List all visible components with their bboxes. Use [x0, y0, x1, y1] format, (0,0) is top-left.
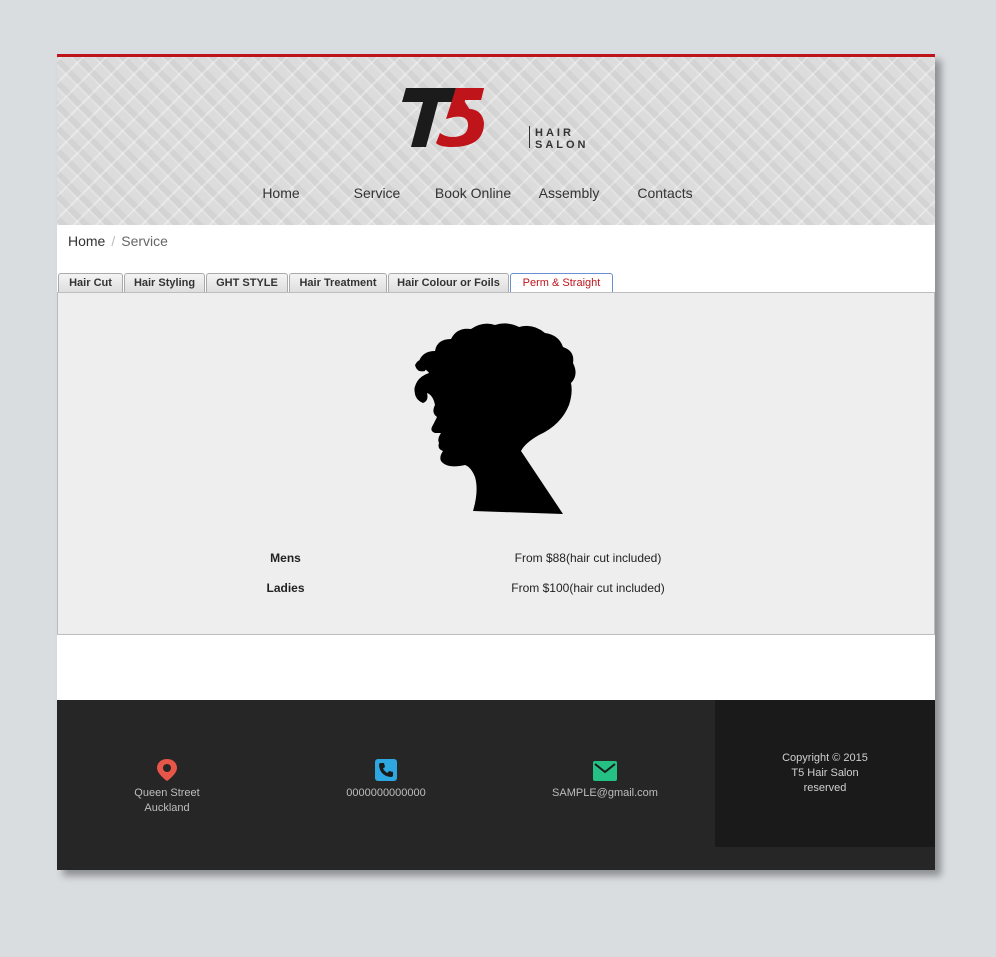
hair-silhouette-image: [414, 323, 576, 514]
tab-perm-and-straight[interactable]: Perm & Straight: [510, 273, 613, 293]
footer-address: Queen Street Auckland: [77, 758, 257, 816]
tab-hair-colour-or-foils[interactable]: Hair Colour or Foils: [388, 273, 509, 292]
nav-item-service[interactable]: Service: [329, 185, 425, 201]
nav-item-assembly[interactable]: Assembly: [521, 185, 617, 201]
phone-number[interactable]: 0000000000000: [296, 786, 476, 801]
service-tabs: Hair Cut Hair Styling GHT STYLE Hair Tre…: [57, 273, 935, 293]
copyright-line-3: reserved: [803, 782, 847, 794]
tab-panel-perm-and-straight: Mens From $88(hair cut included) Ladies …: [57, 292, 935, 635]
breadcrumb-current: Service: [121, 233, 168, 249]
footer-email: SAMPLE@gmail.com: [515, 758, 695, 801]
copyright-text: Copyright © 2015 T5 Hair Salon reserved: [715, 751, 935, 796]
tab-hair-treatment[interactable]: Hair Treatment: [289, 273, 387, 292]
tab-hair-styling[interactable]: Hair Styling: [124, 273, 205, 292]
logo-divider: [529, 126, 530, 148]
price-value-mens: From $88(hair cut included): [514, 551, 662, 565]
site-header: HAIR SALON Home Service Book Online Asse…: [57, 57, 935, 225]
t5-logo-mark: [402, 88, 484, 147]
page-container: HAIR SALON Home Service Book Online Asse…: [57, 54, 935, 870]
breadcrumb-separator: /: [111, 233, 116, 249]
site-logo[interactable]: HAIR SALON: [400, 85, 600, 155]
price-label-ladies: Ladies: [266, 581, 305, 595]
copyright-line-2: T5 Hair Salon: [791, 767, 859, 779]
price-row-ladies: Ladies From $100(hair cut included): [58, 581, 936, 601]
nav-item-book-online[interactable]: Book Online: [425, 185, 521, 201]
price-value-ladies: From $100(hair cut included): [511, 581, 665, 595]
address-line-1: Queen Street: [134, 787, 200, 799]
footer-copyright-box: Copyright © 2015 T5 Hair Salon reserved: [715, 700, 935, 847]
nav-item-home[interactable]: Home: [233, 185, 329, 201]
email-address[interactable]: SAMPLE@gmail.com: [515, 786, 695, 801]
tab-ght-style[interactable]: GHT STYLE: [206, 273, 288, 292]
tab-hair-cut[interactable]: Hair Cut: [58, 273, 123, 292]
price-row-mens: Mens From $88(hair cut included): [58, 551, 936, 571]
copyright-line-1: Copyright © 2015: [782, 752, 868, 764]
logo-word-salon: SALON: [535, 139, 589, 151]
breadcrumb: Home / Service: [68, 233, 168, 249]
address-line-2: Auckland: [144, 802, 190, 814]
nav-item-contacts[interactable]: Contacts: [617, 185, 713, 201]
mail-icon: [593, 761, 617, 781]
breadcrumb-home-link[interactable]: Home: [68, 233, 105, 249]
map-pin-icon: [157, 759, 177, 781]
footer-phone: 0000000000000: [296, 758, 476, 801]
phone-icon: [375, 759, 397, 781]
logo-word-hair: HAIR: [535, 127, 574, 139]
price-label-mens: Mens: [270, 551, 301, 565]
site-footer: Queen Street Auckland 0000000000000 SAMP…: [57, 700, 935, 870]
